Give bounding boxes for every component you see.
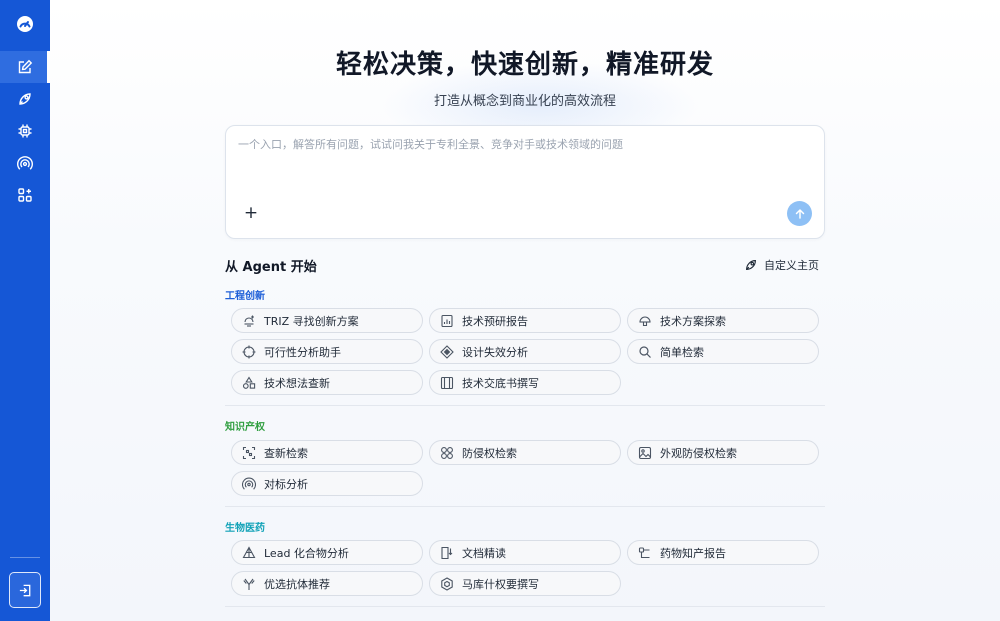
question-input[interactable] [238,136,813,196]
agent-chip-tech-explore[interactable]: 技术方案探索 [627,308,819,333]
agent-chip-label: 马库什权要撰写 [462,577,539,591]
shapes-icon [242,375,256,389]
agent-chip-simple-search[interactable]: 简单检索 [627,339,819,364]
agent-chip-drug-ip-report[interactable]: 药物知产报告 [627,540,819,565]
flower-icon [441,446,453,459]
signal-icon [242,477,256,490]
sidebar-divider [10,557,40,558]
agent-chip-label: 查新检索 [264,446,308,460]
agent-chip-tech-report[interactable]: 技术预研报告 [429,308,621,333]
agent-chip-idea-novelty[interactable]: 技术想法查新 [231,370,423,395]
search-icon [639,345,651,358]
rocket-icon [19,93,31,105]
agent-chip-doc-reading[interactable]: 文档精读 [429,540,621,565]
agent-chip-label: 药物知产报告 [660,546,726,560]
customize-home-label: 自定义主页 [764,259,819,272]
edit-icon [18,59,33,74]
apps-grid-icon [18,188,32,202]
hexagon-icon [441,576,453,591]
agent-chip-label: 优选抗体推荐 [264,577,330,591]
agent-chip-label: 防侵权检索 [462,446,517,460]
agent-chip-markush-claims[interactable]: 马库什权要撰写 [429,571,621,596]
book-icon [440,376,454,389]
document-icon [441,546,453,559]
question-input-card: + [225,125,825,239]
logout-icon [19,584,30,596]
agent-chip-label: 外观防侵权检索 [660,446,737,460]
main-content: 轻松决策，快速创新，精准研发 打造从概念到商业化的高效流程 + 从 Agent … [50,0,1000,621]
page-title: 轻松决策，快速创新，精准研发 [335,50,714,80]
agent-chip-antibody-recommend[interactable]: 优选抗体推荐 [231,571,423,596]
agent-chip-label: 可行性分析助手 [264,345,341,359]
agent-chip-label: 技术交底书撰写 [462,376,539,390]
agent-chip-triz[interactable]: TRIZ 寻找创新方案 [231,308,423,333]
agent-chip-label: 技术预研报告 [462,314,528,328]
agents-section-title: 从 Agent 开始 [225,259,317,275]
attach-button[interactable]: + [242,204,260,222]
agent-chip-label: 技术想法查新 [264,376,330,390]
agent-chip-label: TRIZ 寻找创新方案 [264,314,359,328]
agent-chip-infringement-search[interactable]: 防侵权检索 [429,440,621,465]
nav-item-apps[interactable] [0,179,50,211]
nav-item-chip[interactable] [0,115,50,147]
agent-chip-feasibility[interactable]: 可行性分析助手 [231,339,423,364]
signal-icon [17,156,33,170]
app-logo[interactable] [0,0,50,48]
sidebar [0,0,50,621]
nav-item-write[interactable] [0,51,50,83]
agent-chip-label: 对标分析 [264,477,308,491]
agent-chip-failure-analysis[interactable]: 设计失效分析 [429,339,621,364]
antibody-icon [243,578,255,590]
chart-report-icon [441,314,453,327]
gauge-logo-icon [17,16,33,32]
send-button[interactable] [787,201,812,226]
helmet-icon [639,316,651,326]
rocket-icon [746,260,756,270]
flow-icon [638,546,650,558]
group-divider [225,506,825,507]
nav-item-explore[interactable] [0,83,50,115]
page-subtitle: 打造从概念到商业化的高效流程 [433,94,616,109]
customize-home-button[interactable]: 自定义主页 [744,257,819,273]
agent-chip-novelty-search[interactable]: 查新检索 [231,440,423,465]
molecule-icon [242,545,256,558]
group-divider [225,606,825,607]
arrow-up-icon [795,208,804,219]
agent-chip-benchmark-analysis[interactable]: 对标分析 [231,471,423,496]
scan-icon [242,446,256,459]
nav-item-signal[interactable] [0,147,50,179]
agent-chip-label: Lead 化合物分析 [264,546,349,560]
bulb-icon [244,315,254,327]
group-label-ip: 知识产权 [225,422,265,433]
agent-chip-label: 技术方案探索 [660,314,726,328]
diamond-icon [440,344,454,359]
target-icon [242,345,256,358]
agents-header: 从 Agent 开始 自定义主页 [225,256,825,275]
group-divider [225,405,825,406]
agent-chip-design-infringement[interactable]: 外观防侵权检索 [627,440,819,465]
chip-icon [18,124,32,138]
agent-chip-label: 简单检索 [660,345,704,359]
image-icon [638,446,652,459]
agent-chip-label: 设计失效分析 [462,345,528,359]
group-label-biomed: 生物医药 [225,523,265,534]
group-label-engineering: 工程创新 [225,291,265,302]
agent-chip-label: 文档精读 [462,546,506,560]
agent-chip-lead-compound[interactable]: Lead 化合物分析 [231,540,423,565]
agent-chip-disclosure-writing[interactable]: 技术交底书撰写 [429,370,621,395]
logout-button[interactable] [9,572,41,608]
